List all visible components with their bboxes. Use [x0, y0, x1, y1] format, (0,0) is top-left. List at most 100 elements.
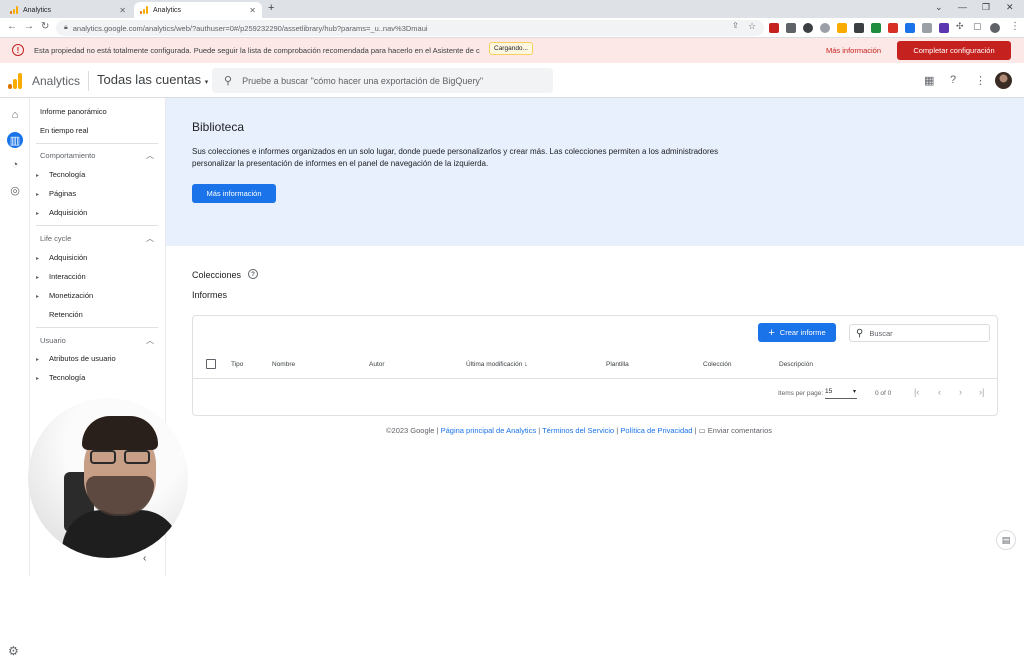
caret-right-icon[interactable]: ▸ [36, 274, 39, 281]
nav-item-monetization[interactable]: Monetización [49, 291, 93, 300]
create-report-button[interactable]: + Crear informe [758, 323, 836, 342]
chevron-up-icon[interactable]: ︿ [146, 335, 154, 346]
column-header-template[interactable]: Plantilla [606, 361, 629, 368]
terms-link[interactable]: Términos del Servicio [542, 426, 614, 435]
tab-search-icon[interactable]: ⌄ [935, 2, 943, 13]
extension-icon[interactable] [871, 23, 881, 33]
extension-icon[interactable] [786, 23, 796, 33]
help-icon[interactable]: ? [950, 74, 956, 86]
nav-section-user[interactable]: Usuario [40, 336, 66, 345]
column-header-type[interactable]: Tipo [231, 361, 243, 368]
extension-icon[interactable] [922, 23, 932, 33]
caret-right-icon[interactable]: ▸ [36, 293, 39, 300]
browser-menu-icon[interactable]: ⋮ [1010, 21, 1020, 32]
caret-right-icon[interactable]: ▸ [36, 210, 39, 217]
nav-item-engagement[interactable]: Interacción [49, 272, 86, 281]
bookmark-star-icon[interactable]: ☆ [748, 21, 756, 32]
settings-gear-icon[interactable]: ⚙ [8, 644, 19, 658]
last-page-icon[interactable]: ›| [979, 387, 984, 397]
nav-item-user-technology[interactable]: Tecnología [49, 373, 85, 382]
feedback-link[interactable]: ▭ Enviar comentarios [699, 426, 772, 435]
caret-right-icon[interactable]: ▸ [36, 191, 39, 198]
privacy-link[interactable]: Política de Privacidad [620, 426, 692, 435]
webcam-glasses [90, 450, 152, 464]
feedback-label: Enviar comentarios [707, 426, 772, 435]
extension-icon[interactable] [905, 23, 915, 33]
caret-right-icon[interactable]: ▸ [36, 172, 39, 179]
nav-item-lc-acquisition[interactable]: Adquisición [49, 253, 87, 262]
help-icon[interactable]: ? [248, 269, 258, 279]
explore-icon[interactable]: ◔ [7, 157, 23, 173]
address-bar[interactable]: 🔒︎ analytics.google.com/analytics/web/?a… [56, 20, 764, 36]
close-tab-icon[interactable]: ✕ [249, 6, 256, 15]
nav-item-retention[interactable]: Retención [49, 310, 83, 319]
profile-avatar-icon[interactable] [990, 23, 1000, 33]
nav-section-lifecycle[interactable]: Life cycle [40, 234, 71, 243]
close-window-button[interactable]: ✕ [1006, 2, 1014, 13]
left-rail: ⌂ ▥ ◔ ◎ ⚙ [0, 98, 30, 658]
caret-right-icon[interactable]: ▸ [36, 356, 39, 363]
collapse-nav-chevron-icon[interactable]: ‹ [143, 553, 146, 564]
caret-right-icon[interactable]: ▸ [36, 375, 39, 382]
search-box[interactable]: ⚲ Pruebe a buscar "cómo hacer una export… [212, 68, 553, 93]
column-header-name[interactable]: Nombre [272, 361, 295, 368]
minimize-button[interactable]: — [958, 2, 967, 12]
previous-page-icon[interactable]: ‹ [938, 387, 941, 397]
select-all-checkbox[interactable] [206, 359, 216, 369]
chevron-up-icon[interactable]: ︿ [146, 233, 154, 244]
reports-table-card: + Crear informe ⚲ Buscar Tipo Nombre Aut… [192, 315, 998, 416]
forward-arrow-icon[interactable]: → [24, 21, 34, 32]
extension-icon[interactable] [820, 23, 830, 33]
browser-tab[interactable]: Analytics ✕ [4, 2, 132, 18]
complete-setup-button[interactable]: Completar configuración [897, 41, 1011, 60]
nav-item-pages[interactable]: Páginas [49, 189, 76, 198]
advertising-icon[interactable]: ◎ [7, 182, 23, 198]
extension-icon[interactable] [769, 23, 779, 33]
nav-item-realtime[interactable]: En tiempo real [40, 126, 88, 135]
url-text: analytics.google.com/analytics/web/?auth… [72, 23, 428, 33]
items-per-page-select[interactable]: 15 ▾ [825, 388, 857, 399]
column-header-description[interactable]: Descripción [779, 361, 813, 368]
caret-right-icon[interactable]: ▸ [36, 255, 39, 262]
more-menu-icon[interactable]: ⋮ [975, 74, 986, 87]
share-icon[interactable]: ⇪ [732, 21, 739, 30]
extension-icon[interactable] [854, 23, 864, 33]
nav-item-user-attributes[interactable]: Atributos de usuario [49, 354, 116, 363]
column-header-collection[interactable]: Colección [703, 361, 732, 368]
hero-more-info-button[interactable]: Más información [192, 184, 276, 203]
user-avatar[interactable] [995, 72, 1012, 89]
close-tab-icon[interactable]: ✕ [119, 6, 126, 15]
new-tab-button[interactable]: + [268, 2, 274, 14]
account-selector[interactable]: Todas las cuentas ▾ [97, 72, 208, 87]
nav-item-acquisition[interactable]: Adquisición [49, 208, 87, 217]
back-arrow-icon[interactable]: ← [7, 21, 17, 32]
pagination-range: 0 of 0 [875, 390, 892, 397]
reports-search-input[interactable]: ⚲ Buscar [849, 324, 990, 342]
next-page-icon[interactable]: › [959, 387, 962, 397]
reports-icon[interactable]: ▥ [7, 132, 23, 148]
column-header-last-modified[interactable]: Última modificación ↓ [466, 361, 528, 368]
account-name: Todas las cuentas [97, 72, 202, 87]
nav-section-behavior[interactable]: Comportamiento [40, 151, 95, 160]
analytics-home-link[interactable]: Página principal de Analytics [441, 426, 536, 435]
apps-grid-icon[interactable]: ▦ [924, 74, 934, 87]
home-icon[interactable]: ⌂ [7, 107, 23, 123]
extension-icon[interactable] [837, 23, 847, 33]
analytics-logo-icon[interactable] [8, 73, 22, 89]
browser-tab-active[interactable]: Analytics ✕ [134, 2, 262, 18]
reload-icon[interactable]: ↻ [41, 21, 49, 32]
feedback-fab-icon[interactable]: ▤ [996, 530, 1016, 550]
extension-icon[interactable] [939, 23, 949, 33]
banner-more-info-link[interactable]: Más información [826, 46, 881, 55]
restore-button[interactable]: ❐ [982, 2, 990, 13]
side-panel-icon[interactable]: ▢ [973, 21, 982, 32]
extension-icon[interactable] [888, 23, 898, 33]
puzzle-extensions-icon[interactable]: ✣ [956, 21, 964, 32]
chevron-up-icon[interactable]: ︿ [146, 150, 154, 161]
extension-icon[interactable] [803, 23, 813, 33]
nav-item-technology[interactable]: Tecnología [49, 170, 85, 179]
column-header-author[interactable]: Autor [369, 361, 385, 368]
first-page-icon[interactable]: |‹ [914, 387, 919, 397]
nav-item-overview[interactable]: Informe panorámico [40, 107, 107, 116]
browser-tab-strip: Analytics ✕ Analytics ✕ + ⌄ — ❐ ✕ [0, 0, 1024, 18]
